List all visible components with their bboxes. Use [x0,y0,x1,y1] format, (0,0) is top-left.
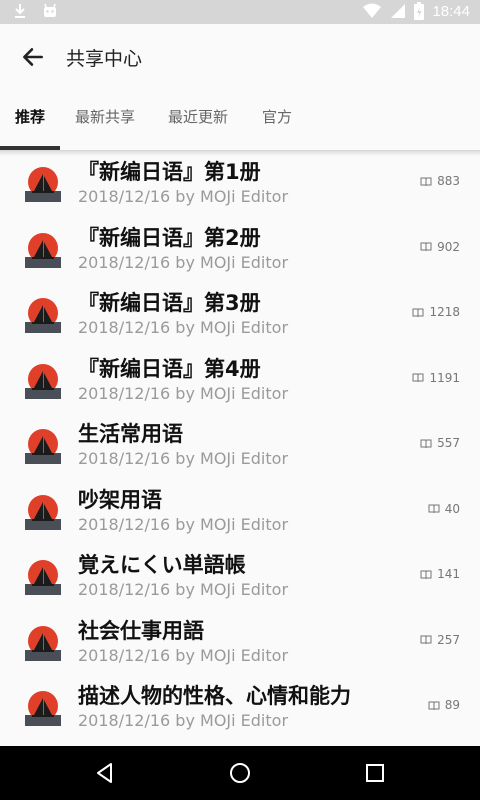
download-icon [15,4,25,18]
item-count-value: 89 [444,698,460,712]
nav-home-icon[interactable] [227,760,253,786]
list-item[interactable]: 描述人物的性格、心情和能力 2018/12/16 by MOJi Editor … [0,676,480,742]
item-count: 557 [420,436,460,450]
item-subtitle: 2018/12/16 by MOJi Editor [78,449,289,468]
list-item[interactable]: 『新编日语』第2册 2018/12/16 by MOJi Editor 902 [0,218,480,284]
book-icon [412,373,424,382]
moji-logo-icon [24,360,62,399]
page-title: 共享中心 [66,48,143,70]
item-count-value: 557 [437,436,460,450]
moji-logo-icon [24,622,62,661]
book-icon [420,570,432,579]
item-subtitle: 2018/12/16 by MOJi Editor [78,252,289,272]
android-icon [44,3,56,17]
moji-logo-icon [24,295,62,333]
list-item[interactable]: 社会仕事用語 2018/12/16 by MOJi Editor 257 [0,611,480,677]
list-item[interactable]: 『新编日语』第4册 2018/12/16 by MOJi Editor 1191 [0,349,480,415]
item-title: 『新编日语』第4册 [78,356,261,381]
list-item[interactable]: 吵架用语 2018/12/16 by MOJi Editor 40 [0,480,480,546]
item-count: 883 [420,174,460,188]
list-item[interactable]: 覚えにくい単語帳 2018/12/16 by MOJi Editor 141 [0,545,480,611]
book-icon [420,635,432,644]
item-subtitle: 2018/12/16 by MOJi Editor [78,645,289,665]
item-subtitle: 2018/12/16 by MOJi Editor [78,318,289,337]
moji-logo-icon [24,688,62,726]
item-count-value: 40 [444,501,460,516]
tab-recommended[interactable]: 推荐 [15,106,45,127]
item-count: 1218 [412,305,460,319]
moji-logo-icon [24,229,62,268]
moji-logo-icon [24,426,62,464]
item-count-value: 141 [437,567,460,581]
item-count-value: 902 [437,239,460,254]
item-title: 『新编日语』第3册 [78,291,261,315]
book-icon [428,701,440,710]
item-count: 902 [420,240,460,254]
item-subtitle: 2018/12/16 by MOJi Editor [78,383,289,403]
item-title: 『新编日语』第2册 [78,225,261,250]
item-title: 『新编日语』第1册 [78,160,261,184]
item-title: 生活常用语 [78,422,183,446]
book-icon [420,177,432,186]
list-item[interactable]: 生活常用语 2018/12/16 by MOJi Editor 557 [0,414,480,480]
item-count: 40 [428,502,460,516]
book-icon [420,439,432,448]
tab-recently-updated[interactable]: 最近更新 [168,106,228,127]
moji-logo-icon [24,164,62,202]
tab-bar: 推荐 最新共享 最近更新 官方 [0,90,480,151]
nav-recents-icon[interactable] [362,760,388,786]
share-list: 『新编日语』第1册 2018/12/16 by MOJi Editor 883 … [0,152,480,742]
book-icon [420,242,432,251]
book-icon [428,504,440,513]
moji-logo-icon [24,557,62,595]
item-title: 吵架用语 [78,487,162,512]
item-count-value: 1218 [429,305,460,319]
item-subtitle: 2018/12/16 by MOJi Editor [78,580,289,599]
item-count: 1191 [412,371,460,385]
item-title: 覚えにくい単語帳 [78,553,246,577]
book-icon [412,308,424,317]
tab-latest-shared[interactable]: 最新共享 [75,106,135,127]
signal-icon [391,4,406,18]
item-count-value: 883 [437,174,460,188]
item-subtitle: 2018/12/16 by MOJi Editor [78,187,289,206]
tab-official[interactable]: 官方 [262,106,292,127]
app-bar: 共享中心 [0,24,480,90]
status-time: 18:44 [432,2,470,20]
item-count: 141 [420,567,460,581]
list-item[interactable]: 『新编日语』第3册 2018/12/16 by MOJi Editor 1218 [0,283,480,349]
item-count: 89 [428,698,460,712]
item-subtitle: 2018/12/16 by MOJi Editor [78,514,289,534]
back-arrow-icon[interactable] [20,44,46,70]
battery-icon [414,2,425,20]
item-title: 描述人物的性格、心情和能力 [78,684,351,708]
status-bar: 18:44 [0,0,480,24]
item-count-value: 257 [437,632,460,647]
item-count-value: 1191 [429,370,460,385]
nav-back-icon[interactable] [92,760,118,786]
item-count: 257 [420,633,460,647]
system-nav-bar [0,746,480,800]
wifi-icon [363,3,382,18]
item-title: 社会仕事用語 [78,618,204,643]
moji-logo-icon [24,491,62,530]
list-item[interactable]: 『新编日语』第1册 2018/12/16 by MOJi Editor 883 [0,152,480,218]
item-subtitle: 2018/12/16 by MOJi Editor [78,711,289,730]
